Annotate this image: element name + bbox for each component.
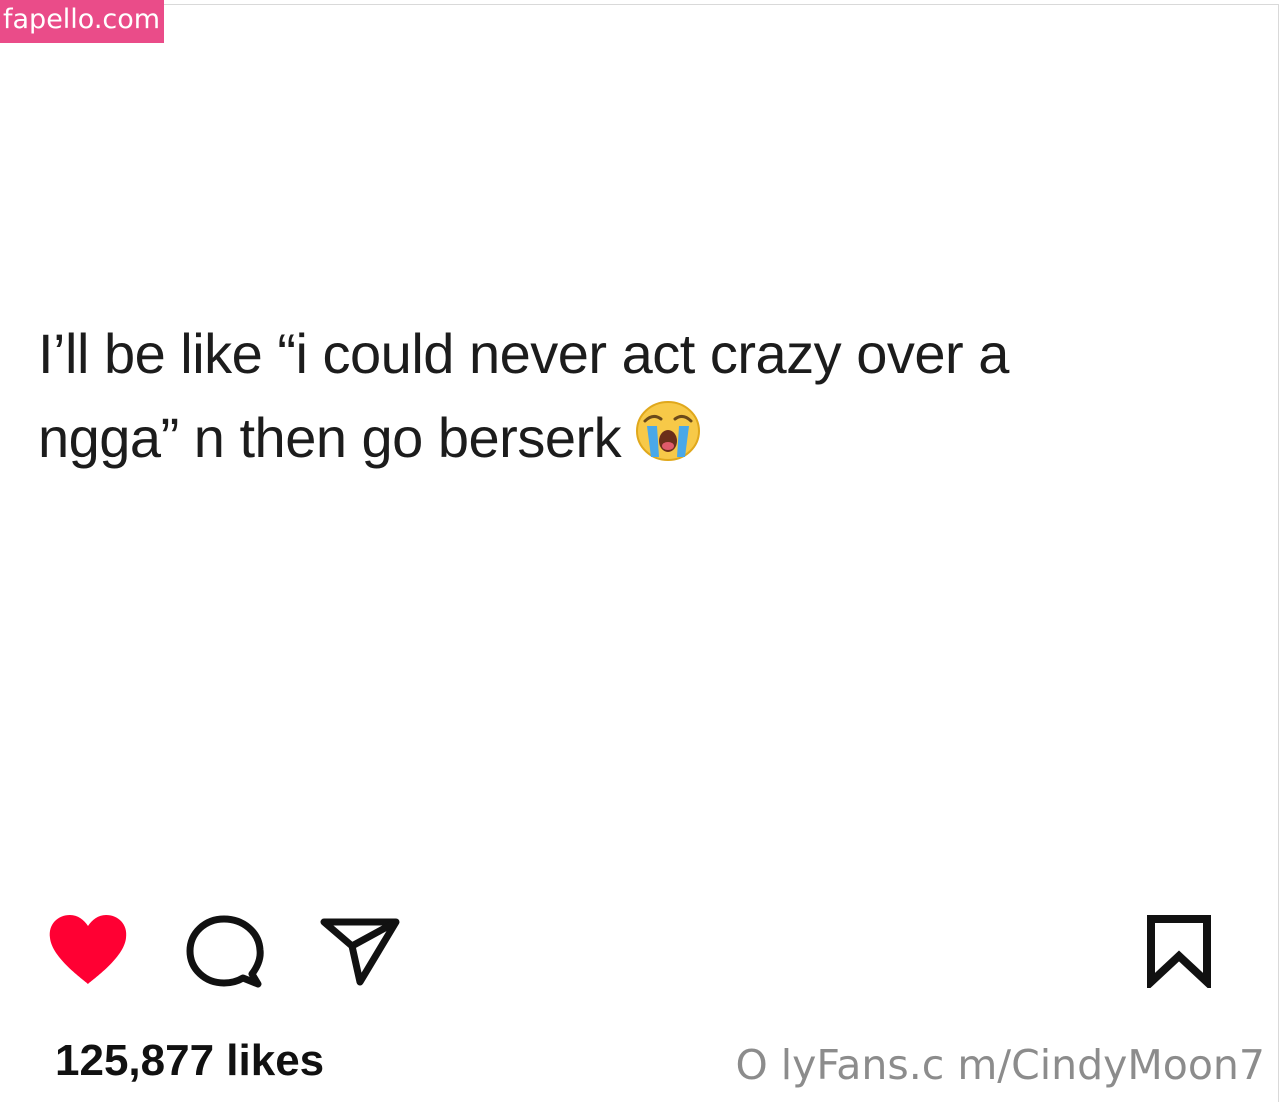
action-bar: [0, 900, 1279, 1000]
watermark-onlyfans: O lyFans.c m/CindyMoon7: [735, 1041, 1265, 1089]
heart-filled-icon[interactable]: [48, 914, 128, 986]
loudly-crying-face-icon: [636, 401, 701, 461]
paper-plane-icon[interactable]: [320, 916, 400, 986]
top-divider: [0, 4, 1279, 5]
likes-count[interactable]: 125,877 likes: [55, 1036, 324, 1086]
post-text-line-2-text: ngga” n then go berserk: [38, 406, 622, 469]
comment-bubble-icon[interactable]: [186, 914, 264, 988]
watermark-fapello: fapello.com: [0, 0, 165, 43]
post-text-line-1: I’ll be like “i could never act crazy ov…: [38, 322, 1009, 385]
post-text: I’ll be like “i could never act crazy ov…: [38, 312, 1238, 480]
post-frame: fapello.com I’ll be like “i could never …: [0, 0, 1279, 1102]
bookmark-icon[interactable]: [1146, 914, 1212, 988]
post-text-line-2: ngga” n then go berserk: [38, 396, 1238, 480]
